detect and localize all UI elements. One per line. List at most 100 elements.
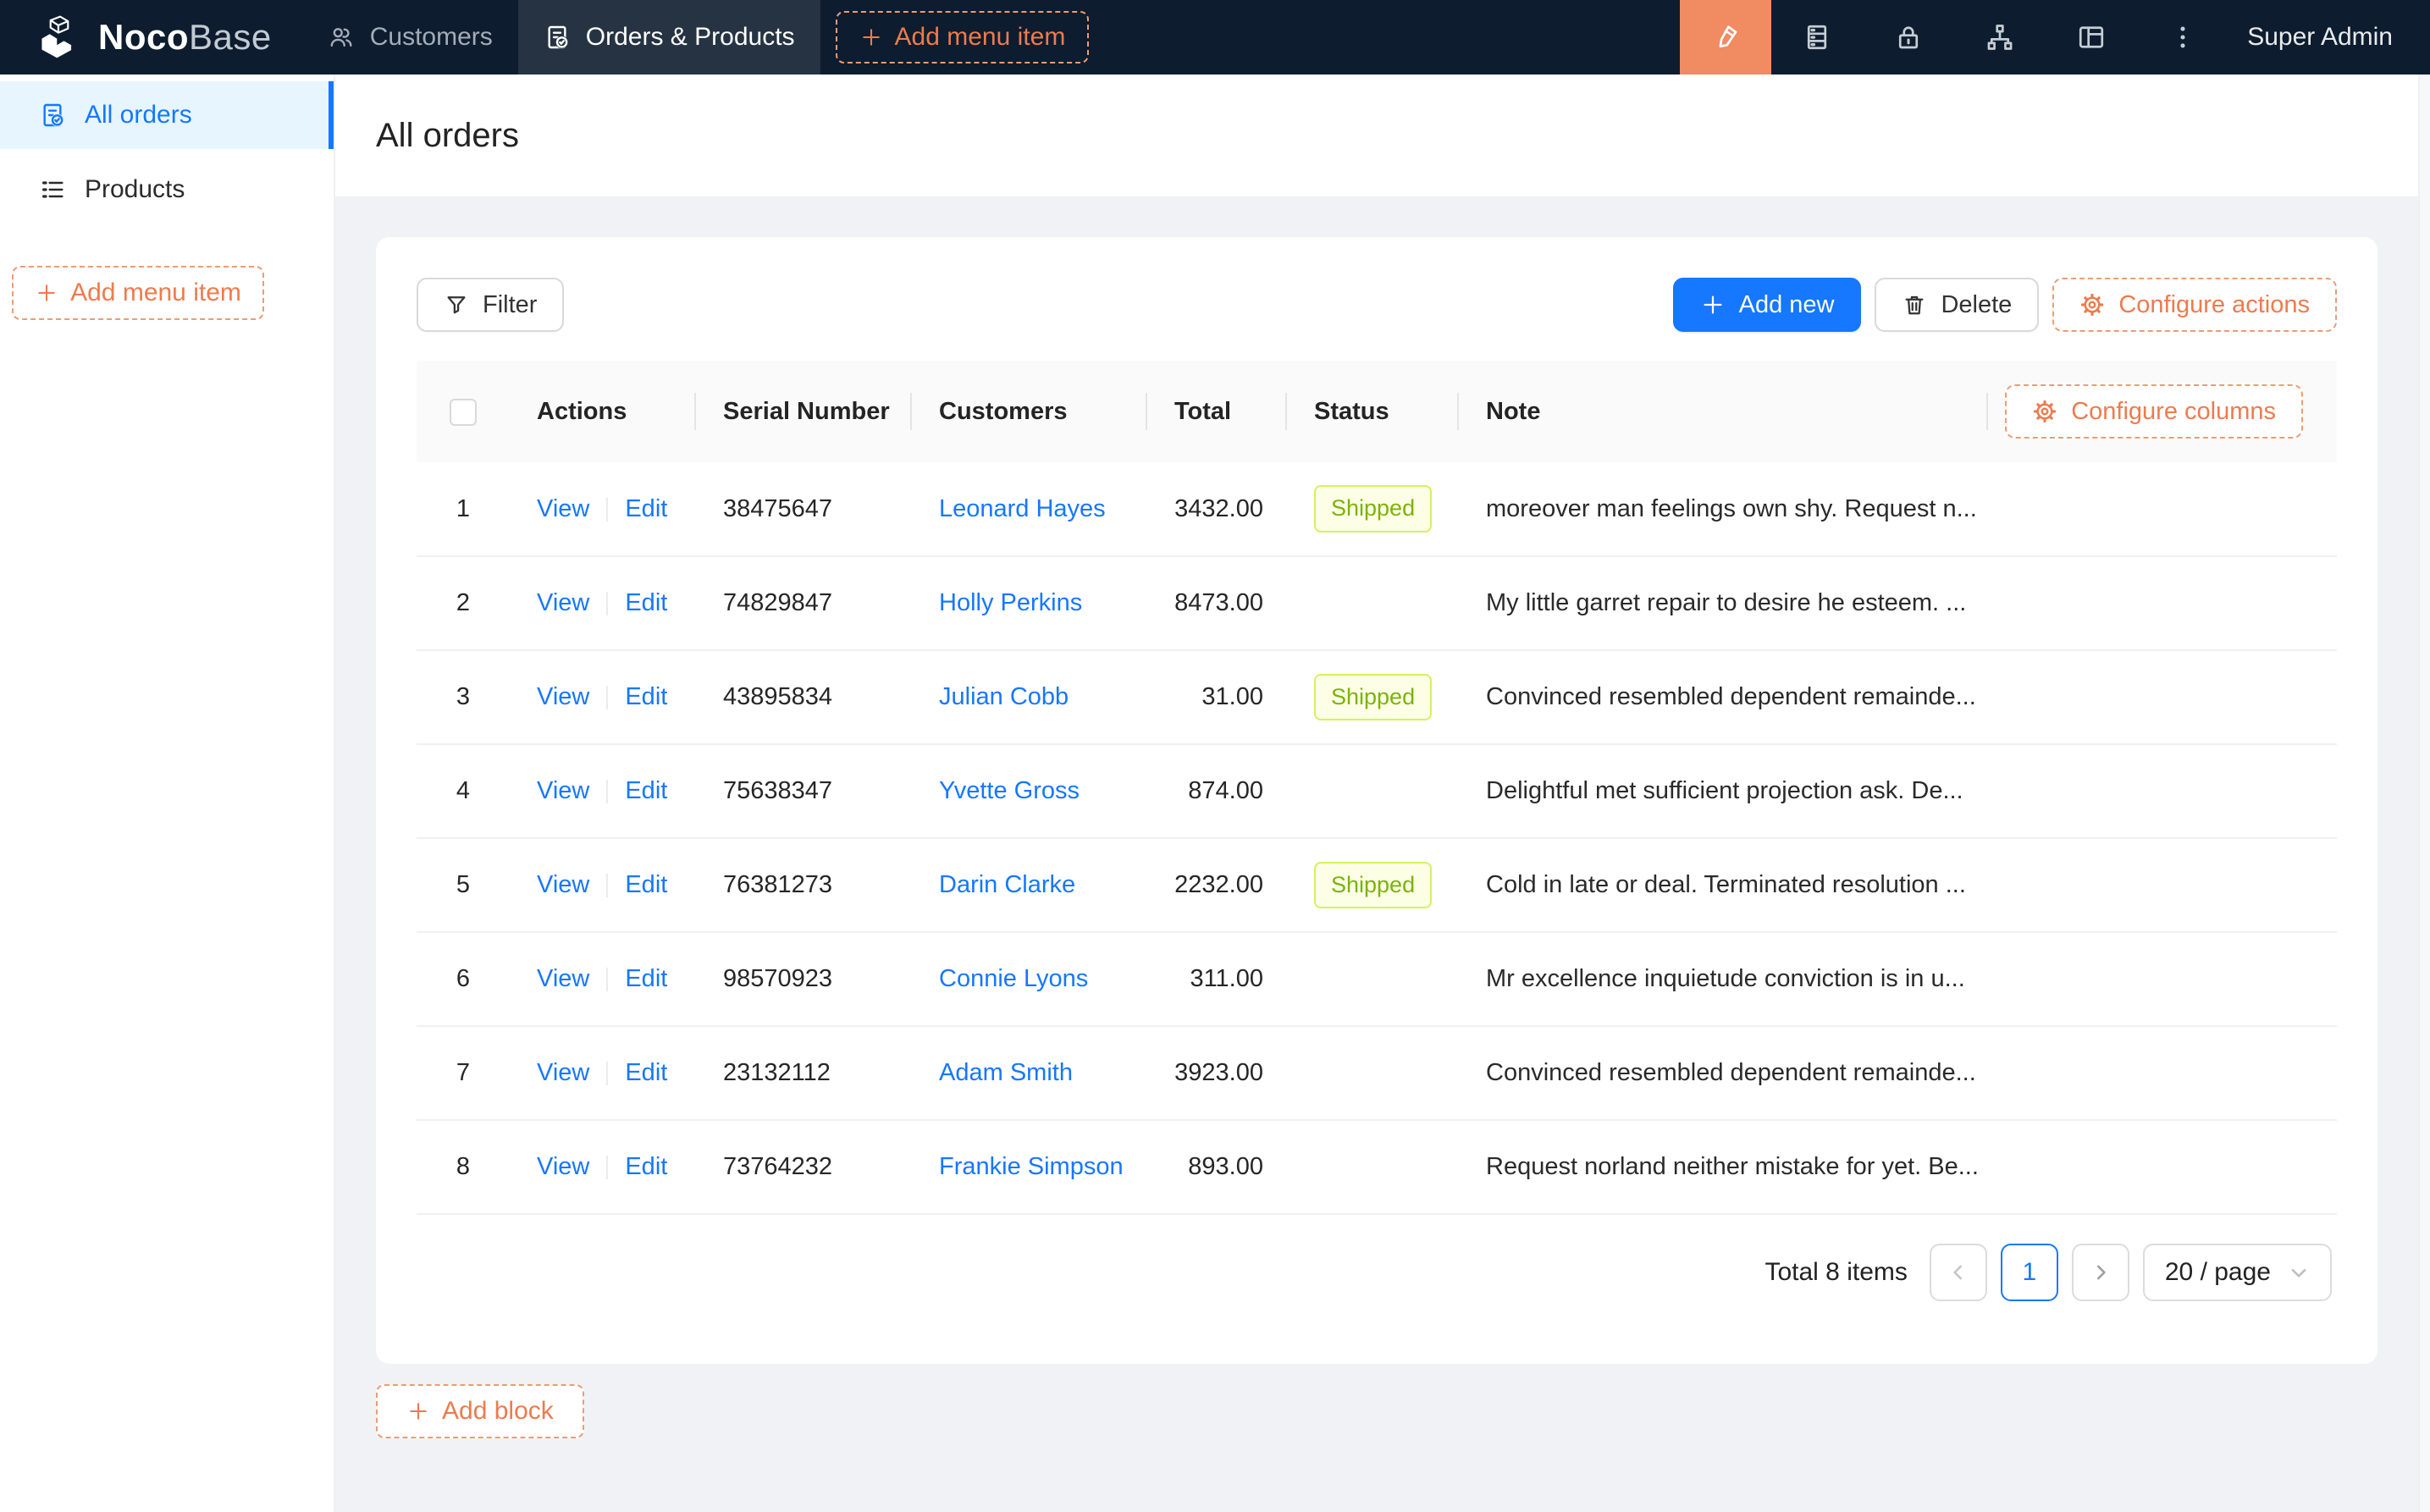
page-size-select[interactable]: 20 / page	[2143, 1244, 2332, 1301]
table-row: 8 ViewEdit 73764232 Frankie Simpson 893.…	[417, 1120, 2337, 1214]
edit-link[interactable]: Edit	[625, 777, 667, 804]
customer-link[interactable]: Julian Cobb	[939, 683, 1069, 710]
filter-button[interactable]: Filter	[417, 278, 564, 332]
customer-link[interactable]: Adam Smith	[939, 1059, 1073, 1086]
sidebar: All orders Products Add menu item	[0, 74, 335, 1512]
layout-button[interactable]	[2046, 0, 2137, 74]
customer-link[interactable]: Yvette Gross	[939, 777, 1080, 804]
total-cell: 311.00	[1147, 932, 1287, 1026]
pagination-prev-button[interactable]	[1930, 1244, 1987, 1301]
note-text: Convinced resembled dependent remainde..…	[1486, 1059, 1976, 1086]
data-source-button[interactable]	[1771, 0, 1863, 74]
customer-link[interactable]: Frankie Simpson	[939, 1153, 1124, 1180]
add-block-button[interactable]: Add block	[376, 1384, 584, 1438]
status-cell	[1287, 1026, 1459, 1120]
view-link[interactable]: View	[537, 965, 589, 992]
workflow-button[interactable]	[1954, 0, 2046, 74]
trash-icon	[1902, 292, 1927, 317]
page-header: All orders	[335, 74, 2418, 196]
nav-add-menu-item-button[interactable]: Add menu item	[836, 11, 1090, 63]
total-value: 3923.00	[1174, 1059, 1263, 1086]
table-row: 3 ViewEdit 43895834 Julian Cobb 31.00 Sh…	[417, 650, 2337, 744]
row-actions-cell: View Edit	[510, 838, 696, 932]
note-cell: Cold in late or deal. Terminated resolut…	[1459, 838, 1988, 932]
edit-link[interactable]: Edit	[625, 683, 667, 710]
total-value: 874.00	[1188, 777, 1263, 804]
customer-link[interactable]: Connie Lyons	[939, 965, 1088, 992]
access-control-button[interactable]	[1863, 0, 1954, 74]
edit-link[interactable]: Edit	[625, 589, 667, 616]
gear-icon	[2079, 292, 2105, 317]
pagination-page-1-button[interactable]: 1	[2001, 1244, 2058, 1301]
edit-link[interactable]: Edit	[625, 1153, 667, 1180]
column-header-serial-number: Serial Number	[696, 361, 912, 462]
view-link[interactable]: View	[537, 683, 589, 710]
view-link[interactable]: View	[537, 1059, 589, 1086]
total-cell: 893.00	[1147, 1120, 1287, 1214]
view-link[interactable]: View	[537, 495, 589, 522]
serial-number-cell: 23132112	[696, 1026, 912, 1120]
row-index: 1	[456, 495, 470, 522]
scrollbar-track[interactable]	[2418, 74, 2430, 1512]
customer-cell: Adam Smith	[912, 1026, 1147, 1120]
customer-cell: Leonard Hayes	[912, 462, 1147, 556]
delete-button[interactable]: Delete	[1875, 278, 2039, 332]
customer-link[interactable]: Holly Perkins	[939, 589, 1082, 616]
nav-spacer	[1089, 0, 1680, 74]
view-link[interactable]: View	[537, 777, 589, 804]
sidebar-add-menu-item-label: Add menu item	[70, 279, 241, 307]
file-check-icon	[544, 24, 571, 51]
ui-editor-button[interactable]	[1680, 0, 1771, 74]
add-new-button[interactable]: Add new	[1673, 278, 1862, 332]
row-actions-cell: View Edit	[510, 1120, 696, 1214]
status-cell: Shipped	[1287, 650, 1459, 744]
edit-link[interactable]: Edit	[625, 1059, 667, 1086]
sidebar-add-menu-item-button[interactable]: Add menu item	[12, 266, 264, 320]
edit-link[interactable]: Edit	[625, 871, 667, 898]
link-divider	[606, 874, 608, 897]
sidebar-item-all-orders[interactable]: All orders	[0, 81, 334, 149]
table-row: 6 ViewEdit 98570923 Connie Lyons 311.00 …	[417, 932, 2337, 1026]
pagination-next-button[interactable]	[2072, 1244, 2129, 1301]
edit-link[interactable]: Edit	[625, 495, 667, 522]
note-text: Request norland neither mistake for yet.…	[1486, 1153, 1979, 1180]
total-cell: 3923.00	[1147, 1026, 1287, 1120]
nocobase-logo[interactable]: NocoBase	[0, 0, 302, 74]
serial-number-cell: 76381273	[696, 838, 912, 932]
serial-number: 73764232	[723, 1153, 832, 1180]
customer-cell: Yvette Gross	[912, 744, 1147, 838]
view-link[interactable]: View	[537, 1153, 589, 1180]
view-link[interactable]: View	[537, 871, 589, 898]
plus-icon	[35, 281, 58, 305]
total-cell: 31.00	[1147, 650, 1287, 744]
user-menu[interactable]: Super Admin	[2228, 0, 2430, 74]
edit-link[interactable]: Edit	[625, 965, 667, 992]
row-actions-cell: View Edit	[510, 462, 696, 556]
note-text: My little garret repair to desire he est…	[1486, 589, 1966, 616]
view-link[interactable]: View	[537, 589, 589, 616]
configure-actions-button[interactable]: Configure actions	[2052, 278, 2337, 332]
nav-tab-orders-products[interactable]: Orders & Products	[518, 0, 820, 74]
row-index: 2	[456, 589, 470, 616]
select-all-checkbox[interactable]	[450, 399, 477, 426]
row-index-cell: 4	[417, 744, 510, 838]
configure-columns-button[interactable]: Configure columns	[2005, 384, 2303, 439]
column-header-note: Note	[1459, 361, 1988, 462]
customer-link[interactable]: Darin Clarke	[939, 871, 1075, 898]
file-check-icon	[39, 102, 66, 129]
brand-name: NocoBase	[98, 17, 272, 58]
row-config-cell	[1988, 462, 2337, 556]
more-menu-button[interactable]	[2137, 0, 2228, 74]
chevron-left-icon	[1947, 1261, 1969, 1283]
customer-cell: Connie Lyons	[912, 932, 1147, 1026]
status-badge: Shipped	[1314, 862, 1432, 908]
total-value: 311.00	[1190, 965, 1263, 992]
customer-link[interactable]: Leonard Hayes	[939, 495, 1106, 522]
filter-label: Filter	[483, 291, 537, 319]
nav-tab-customers[interactable]: Customers	[302, 0, 518, 74]
sidebar-item-products[interactable]: Products	[0, 156, 334, 223]
column-header-customers: Customers	[912, 361, 1147, 462]
note-cell: Convinced resembled dependent remainde..…	[1459, 650, 1988, 744]
row-actions-cell: View Edit	[510, 650, 696, 744]
total-cell: 8473.00	[1147, 556, 1287, 650]
